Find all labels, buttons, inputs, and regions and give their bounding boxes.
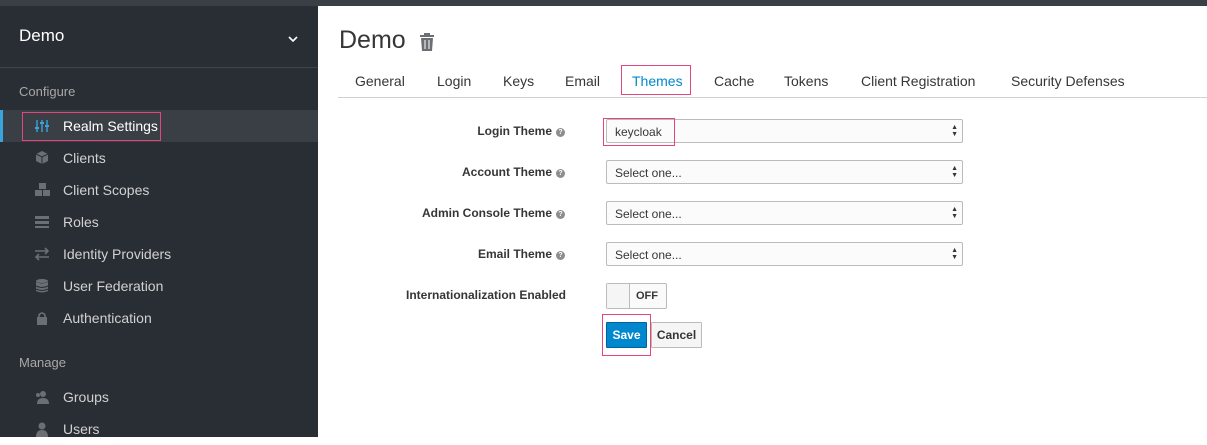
tab-email[interactable]: Email [565, 65, 600, 97]
sidebar-item-roles[interactable]: Roles [0, 206, 318, 238]
sidebar-item-groups[interactable]: Groups [0, 381, 318, 413]
tab-bar: General Login Keys Email Themes Cache To… [338, 65, 1207, 98]
toggle-knob [607, 284, 630, 308]
admin-console-theme-select[interactable]: Select one... ▲ ▼ [606, 201, 963, 225]
select-arrows-icon: ▲ ▼ [951, 124, 958, 138]
save-button[interactable]: Save [606, 322, 647, 348]
tab-cache[interactable]: Cache [714, 65, 754, 97]
sidebar-item-realm-settings[interactable]: Realm Settings [0, 110, 318, 142]
account-theme-select[interactable]: Select one... ▲ ▼ [606, 160, 963, 184]
account-theme-label: Account Theme? [462, 165, 565, 179]
admin-console-theme-label: Admin Console Theme? [422, 206, 565, 220]
tab-keys[interactable]: Keys [503, 65, 534, 97]
sidebar-item-users[interactable]: Users [0, 413, 318, 445]
database-icon [34, 278, 50, 294]
tab-themes[interactable]: Themes [632, 65, 683, 97]
tab-login[interactable]: Login [437, 65, 471, 97]
help-icon[interactable]: ? [556, 128, 565, 137]
sidebar-item-label: Clients [63, 150, 106, 166]
sidebar-item-label: Client Scopes [63, 182, 150, 198]
main-content: Demo General Login Keys Email Themes Cac… [318, 6, 1207, 437]
toggle-state: OFF [636, 290, 658, 302]
select-arrows-icon: ▲ ▼ [951, 247, 958, 261]
sidebar: Demo Configure Realm Settings Clients Cl… [0, 6, 318, 437]
exchange-icon [34, 246, 50, 262]
login-theme-label: Login Theme? [477, 124, 565, 138]
sidebar-item-clients[interactable]: Clients [0, 142, 318, 174]
internationalization-label: Internationalization Enabled [405, 288, 566, 302]
user-icon [34, 421, 50, 437]
sidebar-item-authentication[interactable]: Authentication [0, 302, 318, 334]
sidebar-item-user-federation[interactable]: User Federation [0, 270, 318, 302]
login-theme-select[interactable]: keycloak ▲ ▼ [606, 119, 963, 143]
email-theme-select[interactable]: Select one... ▲ ▼ [606, 242, 963, 266]
sidebar-item-label: Identity Providers [63, 246, 172, 262]
email-theme-value: Select one... [615, 248, 682, 262]
sidebar-item-label: Groups [63, 389, 109, 405]
sidebar-item-label: Authentication [63, 310, 152, 326]
sliders-icon [34, 118, 50, 134]
trash-icon[interactable] [418, 32, 436, 57]
tab-security-defenses[interactable]: Security Defenses [1011, 65, 1125, 97]
account-theme-value: Select one... [615, 166, 682, 180]
sidebar-item-client-scopes[interactable]: Client Scopes [0, 174, 318, 206]
section-label-configure: Configure [19, 84, 76, 99]
sidebar-item-label: Roles [63, 214, 99, 230]
tab-general[interactable]: General [355, 65, 405, 97]
select-arrows-icon: ▲ ▼ [951, 206, 958, 220]
select-arrows-icon: ▲ ▼ [951, 165, 958, 179]
lock-icon [34, 310, 50, 326]
page-title: Demo [339, 26, 406, 54]
list-icon [34, 214, 50, 230]
help-icon[interactable]: ? [556, 210, 565, 219]
admin-console-theme-value: Select one... [615, 207, 682, 221]
sidebar-item-label: Realm Settings [63, 118, 158, 134]
help-icon[interactable]: ? [556, 169, 565, 178]
tab-tokens[interactable]: Tokens [784, 65, 828, 97]
cube-icon [34, 150, 50, 166]
chevron-down-icon [288, 30, 298, 48]
users-icon [34, 389, 50, 405]
internationalization-toggle[interactable]: OFF [606, 283, 667, 309]
sidebar-item-label: Users [63, 421, 100, 437]
realm-name: Demo [19, 26, 65, 45]
login-theme-value: keycloak [615, 125, 662, 139]
sidebar-item-identity-providers[interactable]: Identity Providers [0, 238, 318, 270]
cancel-button[interactable]: Cancel [651, 322, 702, 348]
section-label-manage: Manage [19, 355, 66, 370]
help-icon[interactable]: ? [556, 251, 565, 260]
realm-selector[interactable]: Demo [0, 6, 318, 68]
tab-client-registration[interactable]: Client Registration [861, 65, 975, 97]
cubes-icon [34, 182, 50, 198]
sidebar-item-label: User Federation [63, 278, 164, 294]
email-theme-label: Email Theme? [478, 247, 565, 261]
